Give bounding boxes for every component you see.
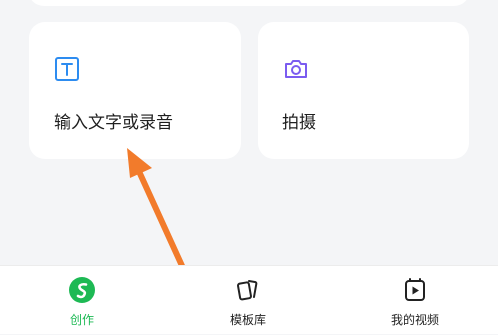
text-T-icon: [55, 57, 79, 81]
create-s-icon: [69, 277, 95, 303]
text-or-voice-input-card[interactable]: 输入文字或录音: [29, 22, 241, 159]
top-card-bottom-edge: [28, 0, 470, 6]
play-video-icon: [405, 278, 425, 301]
bottom-tab-bar: 创作 模板库 我的视频: [0, 265, 498, 334]
tab-create[interactable]: 创作: [22, 266, 142, 335]
text-or-voice-input-label: 输入文字或录音: [54, 113, 173, 133]
tab-my-videos[interactable]: 我的视频: [355, 266, 475, 335]
tab-my-videos-label: 我的视频: [390, 313, 439, 327]
tab-templates[interactable]: 模板库: [188, 266, 308, 335]
camera-icon: [285, 60, 307, 78]
shoot-card[interactable]: 拍摄: [258, 22, 469, 159]
shoot-label: 拍摄: [282, 113, 316, 133]
template-cards-icon: [237, 280, 258, 301]
tab-templates-label: 模板库: [229, 313, 266, 327]
tab-create-label: 创作: [69, 313, 94, 327]
